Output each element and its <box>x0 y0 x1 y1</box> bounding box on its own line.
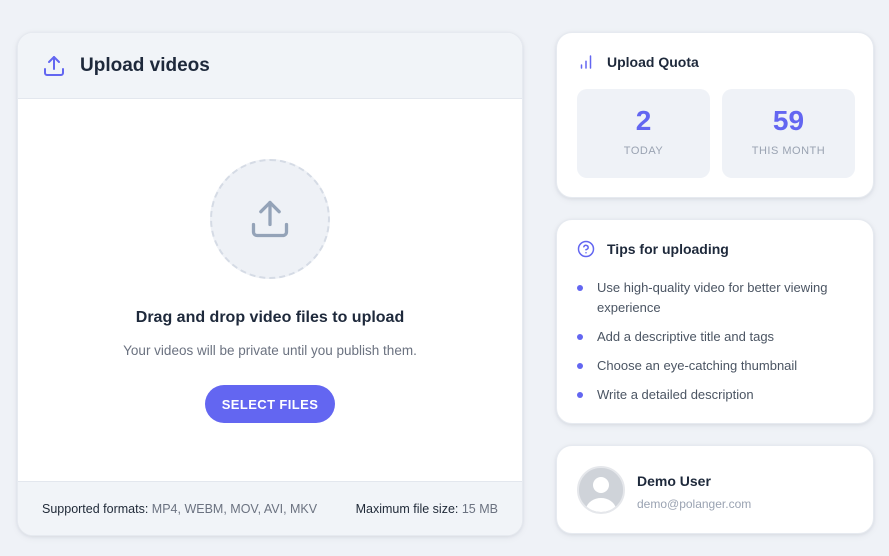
formats-value: MP4, WEBM, MOV, AVI, MKV <box>151 501 318 516</box>
quota-today-label: TODAY <box>623 145 664 157</box>
tip-text: Choose an eye-catching thumbnail <box>597 358 798 373</box>
quota-today-value: 2 <box>635 105 652 136</box>
list-item: Write a detailed description <box>577 385 853 405</box>
help-circle-icon <box>577 240 595 258</box>
bullet-icon <box>577 392 583 398</box>
upload-footer: Supported formats: MP4, WEBM, MOV, AVI, … <box>18 481 522 535</box>
select-files-button[interactable]: SELECT FILES <box>205 385 335 423</box>
upload-icon <box>44 55 64 76</box>
bullet-icon <box>577 285 583 291</box>
quota-month: 59 THIS MONTH <box>722 89 855 178</box>
max-size-label: Maximum file size: <box>355 501 459 516</box>
drop-zone[interactable]: Drag and drop video files to upload Your… <box>18 99 522 483</box>
upload-header: Upload videos <box>18 33 522 99</box>
user-card[interactable]: Demo User demo@polanger.com <box>556 445 874 534</box>
quota-header: Upload Quota <box>577 53 699 71</box>
tip-text: Add a descriptive title and tags <box>597 329 775 344</box>
user-name: Demo User <box>637 473 711 489</box>
tips-title: Tips for uploading <box>607 241 729 257</box>
formats-label: Supported formats: <box>42 501 149 516</box>
list-item: Use high-quality video for better viewin… <box>577 278 853 318</box>
avatar[interactable] <box>577 466 625 514</box>
tips-list: Use high-quality video for better viewin… <box>577 278 853 414</box>
bullet-icon <box>577 363 583 369</box>
upload-quota-card: Upload Quota 2 TODAY 59 THIS MONTH <box>556 32 874 198</box>
tips-header: Tips for uploading <box>577 240 729 258</box>
list-item: Choose an eye-catching thumbnail <box>577 356 853 376</box>
list-item: Add a descriptive title and tags <box>577 327 853 347</box>
page-title: Upload videos <box>80 54 210 76</box>
bullet-icon <box>577 334 583 340</box>
quota-month-label: THIS MONTH <box>751 145 826 157</box>
quota-month-value: 59 <box>772 105 805 136</box>
user-email: demo@polanger.com <box>637 497 752 511</box>
upload-icon <box>251 200 289 238</box>
bar-chart-icon <box>580 55 592 69</box>
quota-today: 2 TODAY <box>577 89 710 178</box>
drop-subtitle: Your videos will be private until you pu… <box>123 343 417 358</box>
max-size-value: 15 MB <box>461 501 498 516</box>
tip-text: Write a detailed description <box>597 387 754 402</box>
tips-card: Tips for uploading Use high-quality vide… <box>556 219 874 424</box>
drop-title: Drag and drop video files to upload <box>135 309 405 326</box>
upload-panel: Upload videos Drag and drop video files … <box>17 32 523 536</box>
drop-area-circle[interactable] <box>210 159 330 279</box>
user-avatar-icon <box>579 468 623 512</box>
supported-formats: Supported formats: MP4, WEBM, MOV, AVI, … <box>42 502 317 516</box>
max-file-size: Maximum file size: 15 MB <box>356 502 498 516</box>
quota-title: Upload Quota <box>607 54 699 70</box>
tip-text: Use high-quality video for better viewin… <box>597 280 828 315</box>
